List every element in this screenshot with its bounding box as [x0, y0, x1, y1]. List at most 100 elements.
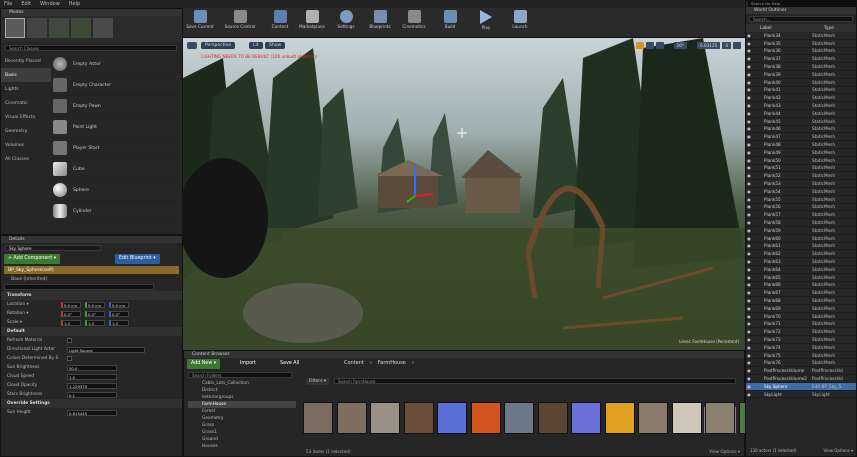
outliner-row[interactable]: ● PostProcessVolume PostProcessVol — [746, 367, 856, 376]
add-component-button[interactable]: + Add Component ▾ — [4, 254, 61, 264]
place-empty-actor[interactable]: Empty Actor — [51, 54, 177, 75]
asset-thumbnail[interactable] — [437, 402, 467, 434]
outliner-row[interactable]: ● Plank62 StaticMesh — [746, 250, 856, 259]
outliner-row[interactable]: ● Sky Sphere Edit BP_Sky_S — [746, 382, 856, 391]
outliner-row[interactable]: ● Plank69 StaticMesh — [746, 305, 856, 313]
asset-thumbnail[interactable] — [571, 402, 601, 434]
outliner-row[interactable]: ● Plank73 StaticMesh — [746, 336, 856, 344]
folder-item[interactable]: Cabin_Lots_Collection — [188, 380, 296, 387]
outliner-row[interactable]: ● Plank63 StaticMesh — [746, 258, 856, 266]
save-current-button[interactable]: Save Current — [185, 10, 215, 34]
category-geometry[interactable]: Geometry — [1, 124, 51, 138]
outliner-row[interactable]: ● Plank64 StaticMesh — [746, 266, 856, 274]
outliner-row[interactable]: ● Plank56 StaticMesh — [746, 204, 856, 212]
content-button[interactable]: Content — [265, 10, 295, 34]
folder-item-selected[interactable]: FarmHouse — [188, 401, 296, 408]
geometry-mode-icon[interactable] — [93, 18, 113, 38]
scale-snap-value[interactable]: 0.03125 — [697, 42, 721, 49]
level-viewport[interactable]: Perspective Lit Show LIGHTING NEEDS TO B… — [183, 38, 745, 350]
outliner-row[interactable]: ● Plank48 StaticMesh — [746, 141, 856, 149]
outliner-row[interactable]: ● Plank44 StaticMesh — [746, 110, 856, 118]
outliner-row[interactable]: ● Plank59 StaticMesh — [746, 227, 856, 235]
asset-thumbnail[interactable] — [303, 402, 333, 434]
outliner-row[interactable]: ● Plank71 StaticMesh — [746, 320, 856, 329]
outliner-row[interactable]: ● Plank51 StaticMesh — [746, 165, 856, 173]
transform-header[interactable]: Transform — [1, 291, 182, 300]
outliner-row[interactable]: ● SkyLight SkyLight — [746, 391, 856, 399]
outliner-row[interactable]: ● Plank55 StaticMesh — [746, 196, 856, 204]
outliner-row[interactable]: ● Plank60 StaticMesh — [746, 235, 856, 243]
outliner-row[interactable]: ● Plank43 StaticMesh — [746, 102, 856, 110]
outliner-row[interactable]: ● Plank76 StaticMesh — [746, 359, 856, 368]
default-header[interactable]: Default — [1, 327, 182, 336]
place-empty-character[interactable]: Empty Character — [51, 75, 177, 96]
category-all-classes[interactable]: All Classes — [1, 152, 51, 166]
category-cinematic[interactable]: Cinematic — [1, 96, 51, 110]
menu-help[interactable]: Help — [69, 1, 80, 7]
component-self[interactable]: BP_Sky_Sphere(self) — [4, 266, 179, 274]
colors-determined-checkbox[interactable] — [67, 356, 72, 361]
outliner-row[interactable]: ● Plank34 StaticMesh — [746, 32, 856, 40]
modes-tab[interactable]: Modes — [1, 9, 182, 16]
build-button[interactable]: Build — [435, 10, 465, 34]
view-options-button[interactable]: View Options ▾ — [709, 449, 740, 454]
outliner-row[interactable]: ● Plank74 StaticMesh — [746, 344, 856, 352]
folder-item[interactable]: Ground — [188, 436, 296, 443]
outliner-row[interactable]: ● Plank47 StaticMesh — [746, 133, 856, 142]
menu-edit[interactable]: Edit — [21, 1, 31, 7]
outliner-row[interactable]: ● Plank49 StaticMesh — [746, 149, 856, 157]
place-player-start[interactable]: Player Start — [51, 138, 177, 159]
outliner-row[interactable]: ● Plank72 StaticMesh — [746, 328, 856, 337]
outliner-row[interactable]: ● Plank70 StaticMesh — [746, 313, 856, 321]
path-farmhouse[interactable]: FarmHouse — [378, 360, 406, 366]
scale-mode-icon[interactable] — [655, 42, 664, 49]
asset-thumbnail[interactable] — [537, 402, 568, 434]
category-basic[interactable]: Basic — [1, 68, 51, 82]
save-all-button[interactable]: Save All — [276, 359, 303, 369]
blueprints-button[interactable]: Blueprints — [365, 10, 395, 34]
menu-file[interactable]: File — [4, 1, 12, 7]
asset-thumbnail[interactable] — [671, 402, 702, 434]
landscape-mode-icon[interactable] — [49, 18, 69, 38]
asset-thumbnail[interactable] — [470, 402, 501, 434]
world-outliner-tab[interactable]: World Outliner — [746, 7, 856, 14]
filters-button[interactable]: Filters ▾ — [306, 378, 330, 385]
perspective-button[interactable]: Perspective — [201, 42, 236, 49]
outliner-row[interactable]: ● Plank53 StaticMesh — [746, 180, 856, 188]
asset-thumbnail[interactable] — [403, 402, 434, 434]
outliner-row[interactable]: ● Plank61 StaticMesh — [746, 243, 856, 251]
search-folders-input[interactable]: Search Folders — [188, 372, 292, 378]
details-search-input[interactable] — [4, 284, 154, 290]
details-tab[interactable]: Details — [1, 236, 182, 243]
outliner-row[interactable]: ● Plank35 StaticMesh — [746, 40, 856, 48]
folder-item[interactable]: Geometry — [188, 415, 296, 422]
outliner-row[interactable]: ● Plank36 StaticMesh — [746, 48, 856, 56]
place-cylinder[interactable]: Cylinder — [51, 201, 177, 222]
camera-speed-value[interactable]: 4 — [722, 42, 731, 49]
asset-thumbnail[interactable] — [638, 402, 668, 434]
outliner-row[interactable]: ● Plank52 StaticMesh — [746, 172, 856, 181]
cinematics-button[interactable]: Cinematics — [399, 10, 429, 34]
outliner-row[interactable]: ● Plank68 StaticMesh — [746, 297, 856, 305]
play-button[interactable]: Play — [471, 10, 501, 34]
component-base[interactable]: Base (Inherited) — [1, 275, 182, 283]
refresh-material-checkbox[interactable] — [67, 338, 72, 343]
search-farmhouse-input[interactable]: Search FarmHouse — [334, 378, 736, 384]
outliner-row[interactable]: ● Plank42 StaticMesh — [746, 94, 856, 103]
override-settings-header[interactable]: Override Settings — [1, 399, 182, 408]
paint-mode-icon[interactable] — [27, 18, 47, 38]
folder-item[interactable]: Houses — [188, 443, 296, 450]
asset-thumbnail[interactable] — [705, 402, 735, 434]
outliner-row[interactable]: ● Plank65 StaticMesh — [746, 274, 856, 282]
outliner-row[interactable]: ● Plank37 StaticMesh — [746, 55, 856, 64]
category-lights[interactable]: Lights — [1, 82, 51, 96]
marketplace-button[interactable]: Marketplace — [297, 10, 327, 34]
place-mode-icon[interactable] — [5, 18, 25, 38]
outliner-row[interactable]: ● Plank67 StaticMesh — [746, 289, 856, 298]
foliage-mode-icon[interactable] — [71, 18, 91, 38]
rotate-mode-icon[interactable] — [645, 42, 654, 49]
search-classes-input[interactable]: Search Classes — [5, 45, 177, 51]
launch-button[interactable]: Launch — [505, 10, 535, 34]
outliner-row[interactable]: ● Plank54 StaticMesh — [746, 188, 856, 196]
column-label[interactable]: Label — [746, 26, 824, 31]
